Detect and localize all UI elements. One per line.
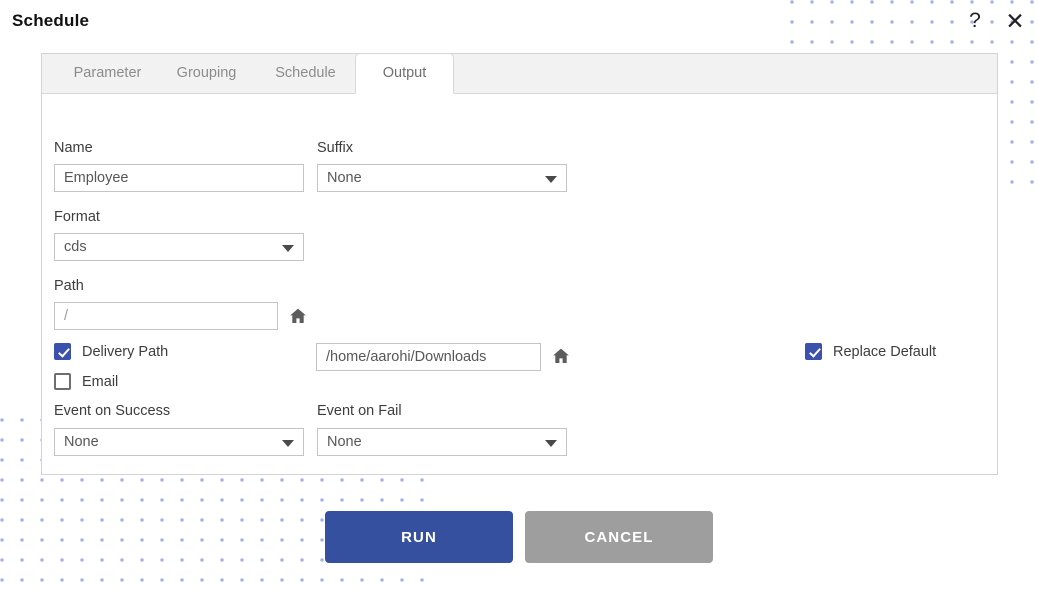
path-label: Path <box>54 278 84 294</box>
event-on-fail-value: None <box>327 434 362 450</box>
delivery-path-input[interactable]: /home/aarohi/Downloads <box>316 343 541 371</box>
format-label: Format <box>54 209 100 225</box>
tab-bar: Parameter Grouping Schedule Output <box>42 53 997 94</box>
name-label: Name <box>54 140 93 156</box>
replace-default-checkbox-row[interactable]: Replace Default <box>805 343 936 360</box>
event-on-fail-label: Event on Fail <box>317 403 402 419</box>
schedule-dialog-panel: Parameter Grouping Schedule Output Name … <box>41 53 998 475</box>
path-home-icon[interactable] <box>288 306 308 326</box>
path-input[interactable]: / <box>54 302 278 330</box>
delivery-path-home-icon[interactable] <box>551 346 571 366</box>
chevron-down-icon <box>282 440 294 447</box>
help-icon[interactable]: ? <box>960 6 990 36</box>
tab-output[interactable]: Output <box>355 53 454 94</box>
email-checkbox-row[interactable]: Email <box>54 373 118 390</box>
delivery-path-checkbox-row[interactable]: Delivery Path <box>54 343 168 360</box>
cancel-button[interactable]: CANCEL <box>525 511 713 563</box>
suffix-selected-value: None <box>327 170 362 186</box>
delivery-path-label: Delivery Path <box>82 343 169 360</box>
suffix-label: Suffix <box>317 140 354 156</box>
event-on-success-value: None <box>64 434 99 450</box>
tab-schedule[interactable]: Schedule <box>256 53 355 93</box>
chevron-down-icon <box>545 176 557 183</box>
format-select[interactable]: cds <box>54 233 304 261</box>
replace-default-label: Replace Default <box>833 343 937 360</box>
replace-default-checkbox[interactable] <box>805 343 822 360</box>
path-value: / <box>64 308 69 324</box>
format-selected-value: cds <box>64 239 87 255</box>
title-bar: Schedule ? ✕ <box>0 0 1038 44</box>
email-label: Email <box>82 373 119 390</box>
tab-parameter[interactable]: Parameter <box>58 53 157 93</box>
event-on-success-select[interactable]: None <box>54 428 304 456</box>
event-on-success-label: Event on Success <box>54 403 171 419</box>
event-on-fail-select[interactable]: None <box>317 428 567 456</box>
page-title: Schedule <box>12 11 90 30</box>
output-form: Name Employee Suffix None Format cds Pat… <box>42 94 997 474</box>
dialog-footer: RUN CANCEL <box>0 511 1038 563</box>
suffix-select[interactable]: None <box>317 164 567 192</box>
delivery-path-checkbox[interactable] <box>54 343 71 360</box>
chevron-down-icon <box>282 245 294 252</box>
run-button[interactable]: RUN <box>325 511 513 563</box>
close-icon[interactable]: ✕ <box>1000 6 1030 36</box>
name-input[interactable]: Employee <box>54 164 304 192</box>
email-checkbox[interactable] <box>54 373 71 390</box>
chevron-down-icon <box>545 440 557 447</box>
tab-grouping[interactable]: Grouping <box>157 53 256 93</box>
